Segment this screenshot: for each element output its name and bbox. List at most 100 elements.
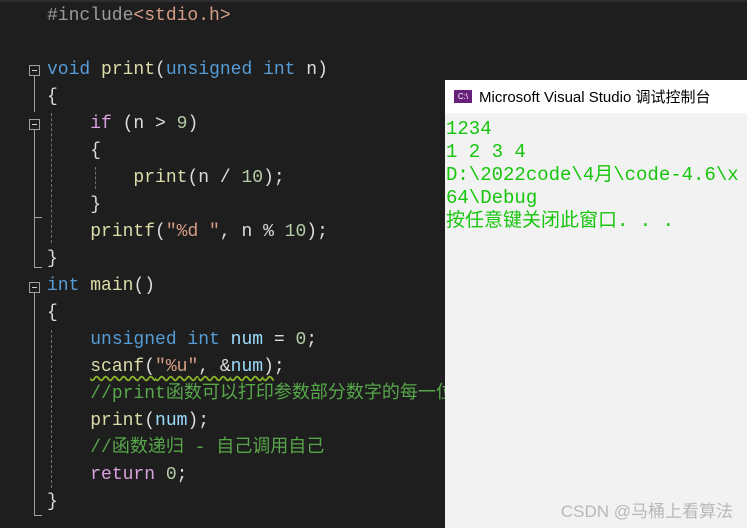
code-token: //print函数可以打印参数部分数字的每一位 (90, 384, 454, 404)
code-token: (n > (111, 114, 177, 134)
code-line[interactable]: print(n / 10); (47, 165, 285, 192)
code-token: , & (198, 357, 231, 377)
code-token: } (47, 492, 58, 512)
code-token: ); (306, 222, 328, 242)
code-token: print (133, 168, 188, 188)
visual-studio-console-icon: C:\ (454, 90, 472, 103)
code-token: () (133, 276, 156, 296)
code-token: 0 (295, 330, 307, 350)
collapse-print-function-icon[interactable] (29, 65, 40, 76)
code-token: print (101, 60, 156, 80)
code-line[interactable]: unsigned int num = 0; (47, 327, 317, 354)
code-token: n) (306, 60, 328, 80)
indent-guide (51, 113, 52, 243)
code-token: "%d " (165, 222, 220, 242)
indent-guide (51, 330, 52, 488)
code-token: return (90, 465, 156, 485)
console-title-bar[interactable]: C:\ Microsoft Visual Studio 调试控制台 (445, 80, 747, 113)
collapse-main-function-icon[interactable] (29, 282, 40, 293)
code-token: } (47, 195, 102, 215)
code-token: num (230, 357, 264, 377)
console-output-line: 按任意键关闭此窗口. . . (446, 210, 675, 232)
code-line[interactable]: printf("%d ", n % 10); (47, 219, 328, 246)
code-line[interactable]: //函数递归 - 自己调用自己 (47, 435, 324, 462)
code-token: ); (263, 168, 285, 188)
code-token: { (47, 87, 58, 107)
code-token: num (155, 411, 188, 431)
code-token: <stdio.h> (133, 6, 231, 26)
code-token: = (263, 330, 296, 350)
code-line[interactable]: } (47, 246, 58, 273)
code-token: 10 (284, 222, 307, 242)
editor-top-border (0, 0, 747, 2)
console-output-line: 1 2 3 4 (446, 141, 526, 163)
code-token: if (90, 114, 112, 134)
code-token: 0 (165, 465, 177, 485)
code-line[interactable]: scanf("%u", &num); (47, 354, 285, 381)
code-token: ; (176, 465, 188, 485)
console-title: Microsoft Visual Studio 调试控制台 (479, 89, 711, 106)
code-token: (n / (187, 168, 242, 188)
code-line[interactable]: //print函数可以打印参数部分数字的每一位 (47, 381, 454, 408)
code-line[interactable]: int main() (47, 273, 155, 300)
code-line[interactable]: } (47, 489, 58, 516)
code-line[interactable]: return 0; (47, 462, 187, 489)
code-token: #include (47, 6, 134, 26)
code-line[interactable]: { (47, 300, 58, 327)
code-line[interactable]: if (n > 9) (47, 111, 198, 138)
debug-console-window[interactable]: C:\ Microsoft Visual Studio 调试控制台 1234 1… (445, 80, 747, 528)
fold-line-end (34, 267, 42, 268)
code-line[interactable]: { (47, 84, 58, 111)
console-output: 1234 1 2 3 4 D:\2022code\4月\code-4.6\x64… (445, 118, 746, 233)
collapse-if-block-icon[interactable] (29, 119, 40, 130)
fold-line (34, 293, 35, 515)
code-token: ) (187, 114, 199, 134)
code-line[interactable]: void print(unsigned int n) (47, 57, 328, 84)
code-token: } (47, 249, 58, 269)
code-token: ( (155, 222, 166, 242)
code-token: ; (273, 357, 285, 377)
fold-line (34, 217, 35, 267)
code-line[interactable]: #include<stdio.h> (47, 3, 231, 30)
code-token: 9 (176, 114, 188, 134)
code-token: ) (263, 357, 274, 377)
code-token: unsigned int (90, 330, 220, 350)
code-line[interactable]: print(num); (47, 408, 209, 435)
code-token: ( (144, 411, 156, 431)
code-token: ); (187, 411, 210, 431)
code-line[interactable]: { (47, 138, 101, 165)
code-token: ; (306, 330, 318, 350)
code-token: printf (90, 222, 156, 242)
code-token: scanf (90, 357, 145, 377)
indent-guide (95, 167, 96, 189)
fold-line-end (34, 515, 42, 516)
code-line[interactable]: } (47, 192, 101, 219)
code-token: , n % (219, 222, 285, 242)
code-token: ( (144, 357, 156, 377)
code-token: print (90, 411, 145, 431)
code-token: void (47, 60, 91, 80)
code-token: { (47, 141, 102, 161)
fold-line (34, 76, 35, 112)
console-output-line: 1234 (446, 118, 492, 140)
fold-line (34, 130, 35, 217)
code-token: 10 (241, 168, 264, 188)
code-token: //函数递归 - 自己调用自己 (90, 438, 325, 458)
console-output-line: D:\2022code\4月\code-4.6\x64\Debug (446, 164, 739, 209)
watermark: CSDN @马桶上看算法 (560, 502, 733, 521)
code-token: ( (155, 60, 166, 80)
code-token: num (230, 330, 264, 350)
code-token: main (90, 276, 134, 296)
